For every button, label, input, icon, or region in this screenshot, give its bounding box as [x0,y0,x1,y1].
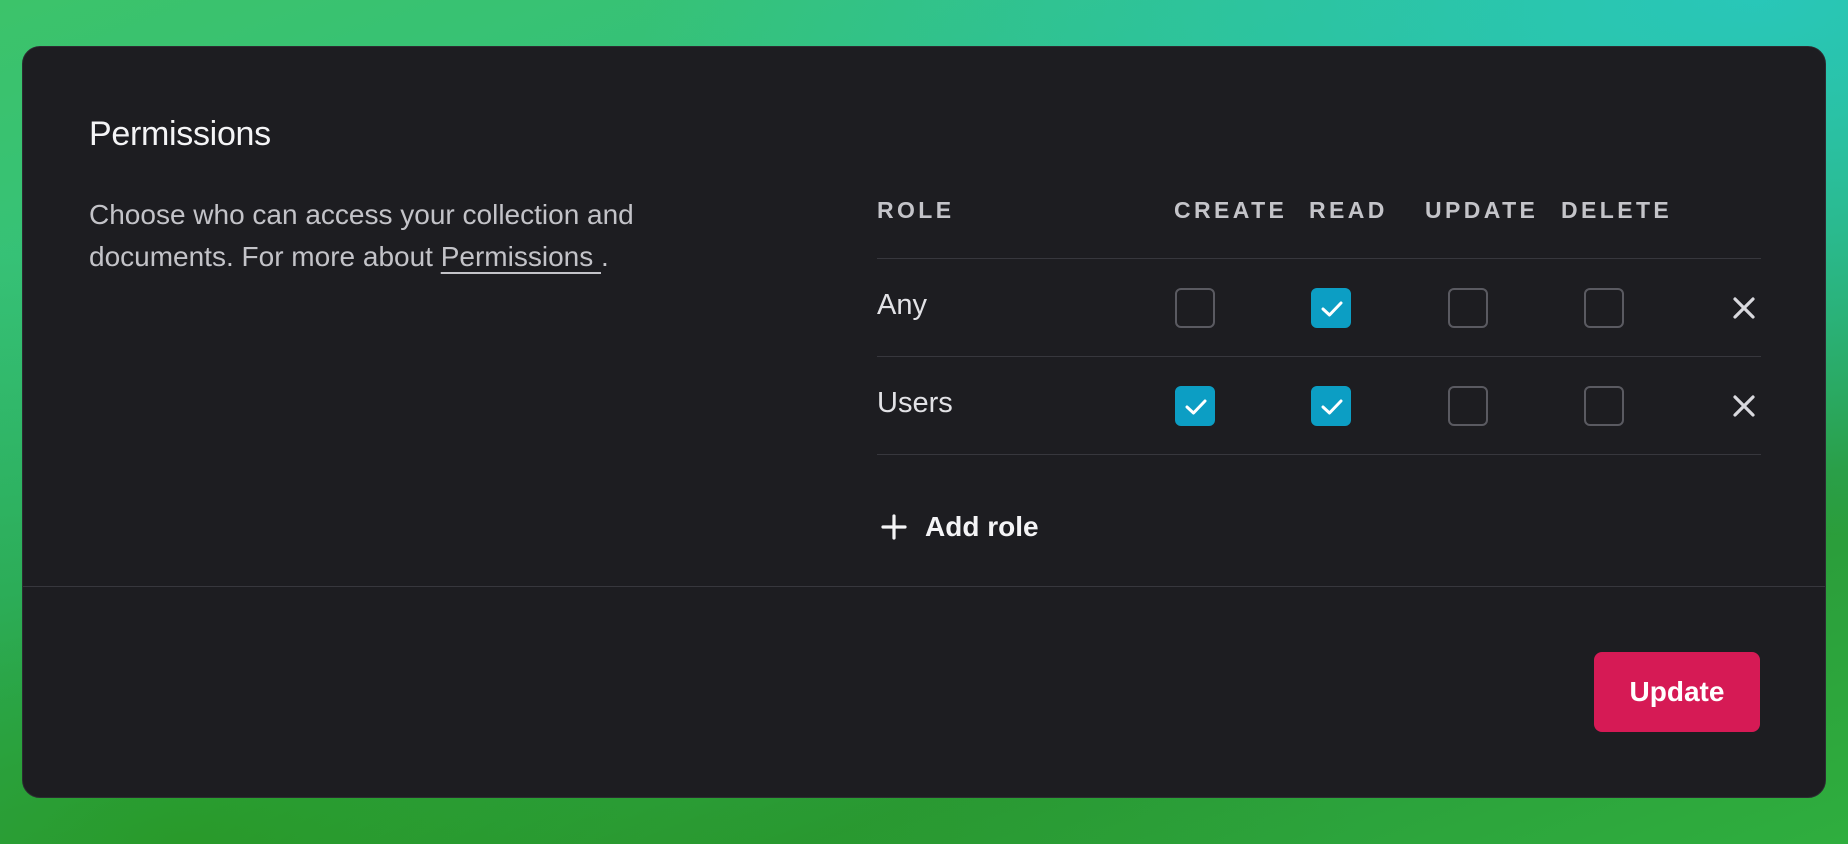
plus-icon [881,514,907,540]
table-row-any: Any [877,259,1761,357]
check-icon [1321,301,1343,317]
delete-checkbox[interactable] [1584,386,1624,426]
check-icon [1185,399,1207,415]
remove-role-button[interactable] [1729,391,1759,421]
permissions-card: Permissions Choose who can access your c… [22,46,1826,798]
create-checkbox[interactable] [1175,288,1215,328]
close-icon [1733,297,1755,319]
role-name: Users [877,387,953,419]
read-checkbox[interactable] [1311,386,1351,426]
update-button[interactable]: Update [1594,652,1760,732]
section-description: Choose who can access your collection an… [89,194,709,278]
section-title: Permissions [89,115,271,153]
header-create: CREATE [1174,197,1288,223]
role-name: Any [877,289,927,321]
header-update: UPDATE [1425,197,1539,223]
delete-checkbox[interactable] [1584,288,1624,328]
table-row-users: Users [877,357,1761,455]
footer-divider [23,586,1825,587]
permissions-intro: Permissions Choose who can access your c… [89,115,709,278]
header-delete: DELETE [1561,197,1673,223]
add-role-button[interactable]: Add role [881,511,1039,543]
table-header: ROLE CREATE READ UPDATE DELETE [877,131,1761,259]
header-role: ROLE [877,197,955,223]
update-checkbox[interactable] [1448,386,1488,426]
check-icon [1321,399,1343,415]
create-checkbox[interactable] [1175,386,1215,426]
permissions-table: ROLE CREATE READ UPDATE DELETE Any Users… [877,131,1761,542]
update-checkbox[interactable] [1448,288,1488,328]
remove-role-button[interactable] [1729,293,1759,323]
close-icon [1733,395,1755,417]
read-checkbox[interactable] [1311,288,1351,328]
description-end: . [601,241,609,272]
add-role-label: Add role [925,511,1039,542]
permissions-link[interactable]: Permissions [441,241,601,272]
header-read: READ [1309,197,1388,223]
